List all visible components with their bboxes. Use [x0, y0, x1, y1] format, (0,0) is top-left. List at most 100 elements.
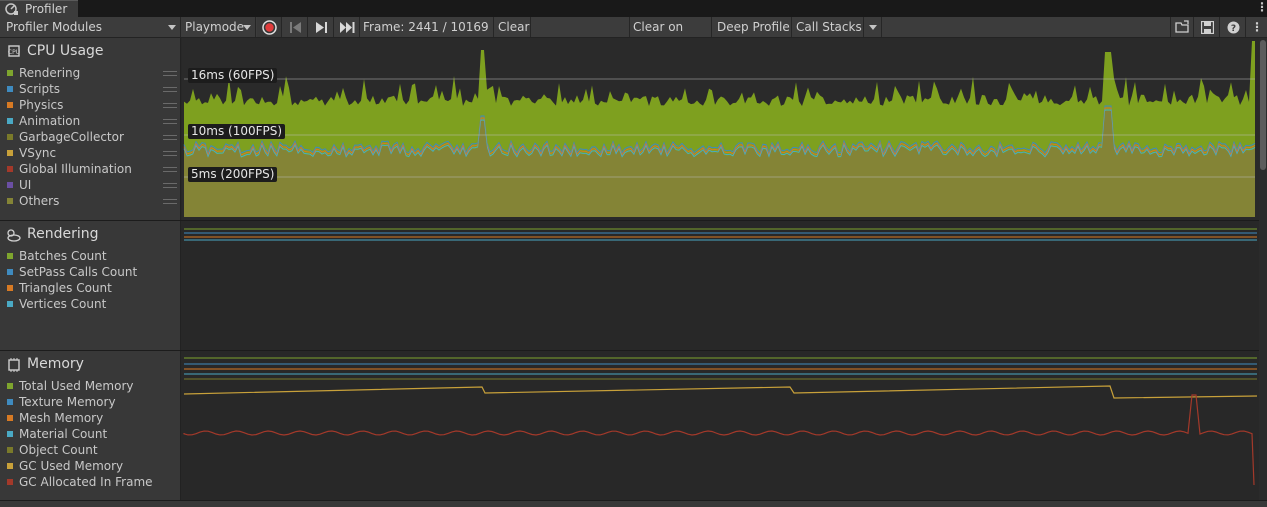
step-forward-icon	[316, 22, 327, 33]
skip-to-end-icon	[340, 22, 355, 33]
legend-item-ui[interactable]: UI	[19, 178, 31, 192]
legend-item-rendering[interactable]: Rendering	[19, 66, 80, 80]
legend-item-batches-count[interactable]: Batches Count	[19, 249, 107, 263]
legend-swatch	[7, 150, 13, 156]
legend-swatch	[7, 269, 13, 275]
profiler-toolbar: Profiler Modules Playmode Frame: 2441 / …	[0, 17, 1267, 54]
drag-handle-icon[interactable]	[163, 135, 177, 140]
legend-item-material-count[interactable]: Material Count	[19, 427, 107, 441]
legend-item-scripts[interactable]: Scripts	[19, 82, 60, 96]
legend-item-garbagecollector[interactable]: GarbageCollector	[19, 130, 124, 144]
first-frame-button[interactable]	[283, 17, 308, 37]
legend-swatch	[7, 166, 13, 172]
legend-item-gc-allocated-in-frame[interactable]: GC Allocated In Frame	[19, 475, 153, 489]
gc-allocated-line	[183, 394, 1255, 486]
frame-counter: Frame: 2441 / 10169	[361, 17, 493, 37]
legend-item-setpass-calls-count[interactable]: SetPass Calls Count	[19, 265, 137, 279]
tab-profiler-label: Profiler	[25, 2, 68, 16]
legend-swatch	[7, 431, 13, 437]
deep-profile-label: Deep Profile	[717, 20, 790, 34]
memory-chip-icon	[8, 358, 20, 372]
drag-handle-icon[interactable]	[163, 167, 177, 172]
window-menu-icon[interactable]: ⋮	[1256, 0, 1267, 16]
legend-swatch	[7, 118, 13, 124]
record-icon	[262, 20, 277, 35]
record-button[interactable]	[257, 17, 282, 37]
save-button[interactable]	[1195, 17, 1220, 37]
gc-used-line	[183, 385, 1258, 399]
drag-handle-icon[interactable]	[163, 199, 177, 204]
clear-on-play-toggle[interactable]: Clear on Play	[629, 17, 712, 54]
tab-profiler[interactable]: Profiler	[0, 0, 78, 17]
legend-item-vertices-count[interactable]: Vertices Count	[19, 297, 106, 311]
legend-swatch	[7, 253, 13, 259]
cpu-icon: CPU	[8, 45, 20, 57]
legend-swatch	[7, 415, 13, 421]
legend-swatch	[7, 182, 13, 188]
help-button[interactable]: ?	[1221, 17, 1246, 37]
load-button[interactable]	[1170, 17, 1194, 37]
marker-10ms: 10ms (100FPS)	[188, 124, 286, 139]
memory-chart[interactable]	[182, 351, 1259, 500]
legend-item-others[interactable]: Others	[19, 194, 59, 208]
drag-handle-icon[interactable]	[163, 183, 177, 188]
next-frame-button[interactable]	[309, 17, 334, 37]
svg-text:?: ?	[1231, 24, 1236, 34]
chevron-down-icon	[869, 25, 877, 30]
legend-item-mesh-memory[interactable]: Mesh Memory	[19, 411, 103, 425]
legend-swatch	[7, 479, 13, 485]
call-stacks-dropdown[interactable]	[865, 17, 882, 37]
legend-item-gc-used-memory[interactable]: GC Used Memory	[19, 459, 123, 473]
legend-swatch	[7, 134, 13, 140]
rendering-chart[interactable]	[182, 221, 1259, 350]
legend-item-animation[interactable]: Animation	[19, 114, 80, 128]
rendering-legend[interactable]: Rendering Batches Count SetPass Calls Cou…	[0, 221, 181, 350]
drag-handle-icon[interactable]	[163, 103, 177, 108]
step-back-icon	[290, 22, 301, 33]
legend-swatch	[7, 70, 13, 76]
drag-handle-icon[interactable]	[163, 87, 177, 92]
modules-scrollbar-thumb[interactable]	[1260, 40, 1266, 170]
frame-counter-label: Frame: 2441 / 10169	[363, 20, 489, 34]
call-stacks-label: Call Stacks	[796, 20, 862, 34]
save-icon	[1201, 21, 1214, 34]
profiler-modules-dropdown[interactable]: Profiler Modules	[0, 17, 181, 37]
legend-item-object-count[interactable]: Object Count	[19, 443, 98, 457]
target-label: Playmode	[185, 20, 245, 34]
folder-open-icon	[1175, 20, 1189, 33]
drag-handle-icon[interactable]	[163, 151, 177, 156]
svg-text:CPU: CPU	[8, 49, 20, 56]
legend-swatch	[7, 102, 13, 108]
legend-item-texture-memory[interactable]: Texture Memory	[19, 395, 116, 409]
legend-item-physics[interactable]: Physics	[19, 98, 63, 112]
legend-swatch	[7, 463, 13, 469]
clear-button[interactable]: Clear	[493, 17, 531, 37]
legend-swatch	[7, 86, 13, 92]
legend-item-total-used-memory[interactable]: Total Used Memory	[19, 379, 134, 393]
legend-swatch	[7, 198, 13, 204]
drag-handle-icon[interactable]	[163, 119, 177, 124]
cpu-usage-chart[interactable]	[182, 38, 1259, 220]
more-options-glyph: ⋮	[1251, 20, 1263, 34]
legend-swatch	[7, 383, 13, 389]
rendering-icon	[7, 229, 21, 242]
legend-swatch	[7, 285, 13, 291]
memory-legend[interactable]: Memory Total Used Memory Texture Memory Me…	[0, 351, 181, 500]
call-stacks-toggle[interactable]: Call Stacks	[793, 17, 864, 37]
drag-handle-icon[interactable]	[163, 71, 177, 76]
marker-16ms: 16ms (60FPS)	[188, 68, 278, 83]
legend-item-triangles-count[interactable]: Triangles Count	[19, 281, 112, 295]
cpu-usage-legend[interactable]: CPU CPU Usage Rendering Scripts Physics Ani…	[0, 38, 181, 220]
chevron-down-icon	[243, 25, 251, 30]
legend-swatch	[7, 399, 13, 405]
legend-item-vsync[interactable]: VSync	[19, 146, 56, 160]
more-options-icon[interactable]: ⋮	[1247, 17, 1267, 37]
target-dropdown[interactable]: Playmode	[182, 17, 256, 37]
legend-item-global-illumination[interactable]: Global Illumination	[19, 162, 132, 176]
help-icon: ?	[1227, 21, 1240, 34]
memory-title: Memory	[27, 356, 84, 372]
chevron-down-icon	[168, 25, 176, 30]
current-frame-button[interactable]	[335, 17, 360, 37]
legend-swatch	[7, 301, 13, 307]
deep-profile-toggle[interactable]: Deep Profile	[713, 17, 792, 37]
